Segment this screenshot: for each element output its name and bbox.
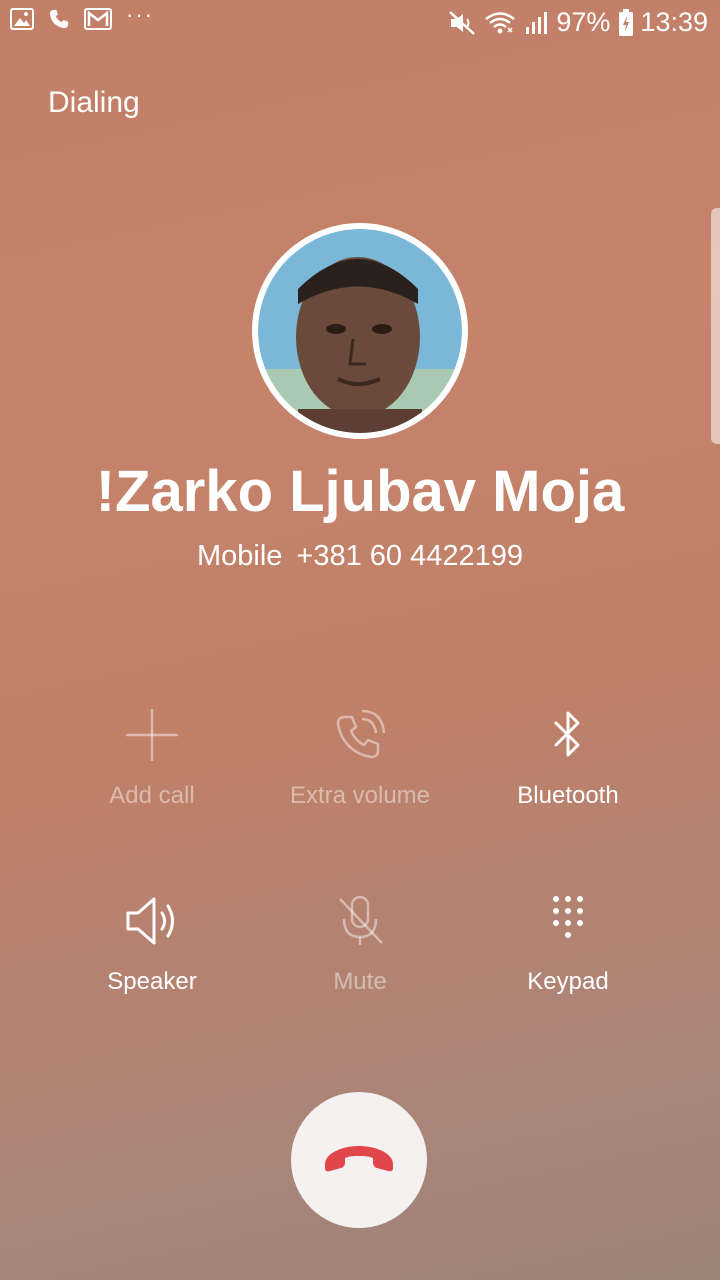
speaker-icon: [48, 886, 256, 956]
mute-label: Mute: [333, 968, 387, 995]
number-type: Mobile: [196, 540, 283, 572]
mute-icon: [448, 10, 476, 36]
bluetooth-button[interactable]: Bluetooth: [464, 700, 672, 830]
system-icons: 97% 13:39: [440, 7, 708, 38]
mute-button[interactable]: Mute: [256, 886, 464, 1016]
edge-panel-handle[interactable]: [711, 208, 720, 444]
bluetooth-icon: [464, 700, 672, 770]
keypad-label: Keypad: [527, 968, 609, 995]
add-call-button[interactable]: Add call: [48, 700, 256, 830]
contact-number-line: Mobile +381 60 4422199: [0, 540, 720, 573]
extra-volume-icon: [256, 700, 464, 770]
speaker-button[interactable]: Speaker: [48, 886, 256, 1016]
contact-avatar: [252, 223, 468, 439]
status-bar: ··· 97% 13:39: [0, 0, 720, 48]
phone-icon: [48, 8, 70, 30]
speaker-label: Speaker: [107, 968, 197, 995]
keypad-button[interactable]: Keypad: [464, 886, 672, 1016]
wifi-icon: [484, 10, 516, 36]
gmail-icon: [84, 8, 112, 30]
signal-icon: [524, 10, 550, 36]
bluetooth-label: Bluetooth: [517, 782, 619, 809]
call-state-label: Dialing: [48, 86, 140, 119]
end-call-icon: [321, 1138, 397, 1183]
notification-icons: ···: [10, 4, 154, 30]
contact-name: !Zarko Ljubav Moja: [95, 459, 625, 524]
battery-charging-icon: [618, 8, 634, 37]
add-call-label: Add call: [109, 782, 195, 809]
extra-volume-label: Extra volume: [289, 782, 431, 809]
more-notifications-icon: ···: [126, 2, 154, 27]
end-call-button[interactable]: [291, 1092, 427, 1228]
battery-percent: 97%: [556, 7, 611, 37]
clock: 13:39: [640, 7, 708, 37]
add-icon: [48, 700, 256, 770]
mute-mic-icon: [256, 886, 464, 956]
phone-number: +381 60 4422199: [296, 540, 524, 572]
keypad-icon: [464, 886, 672, 956]
extra-volume-button[interactable]: Extra volume: [256, 700, 464, 830]
gallery-icon: [10, 8, 34, 30]
